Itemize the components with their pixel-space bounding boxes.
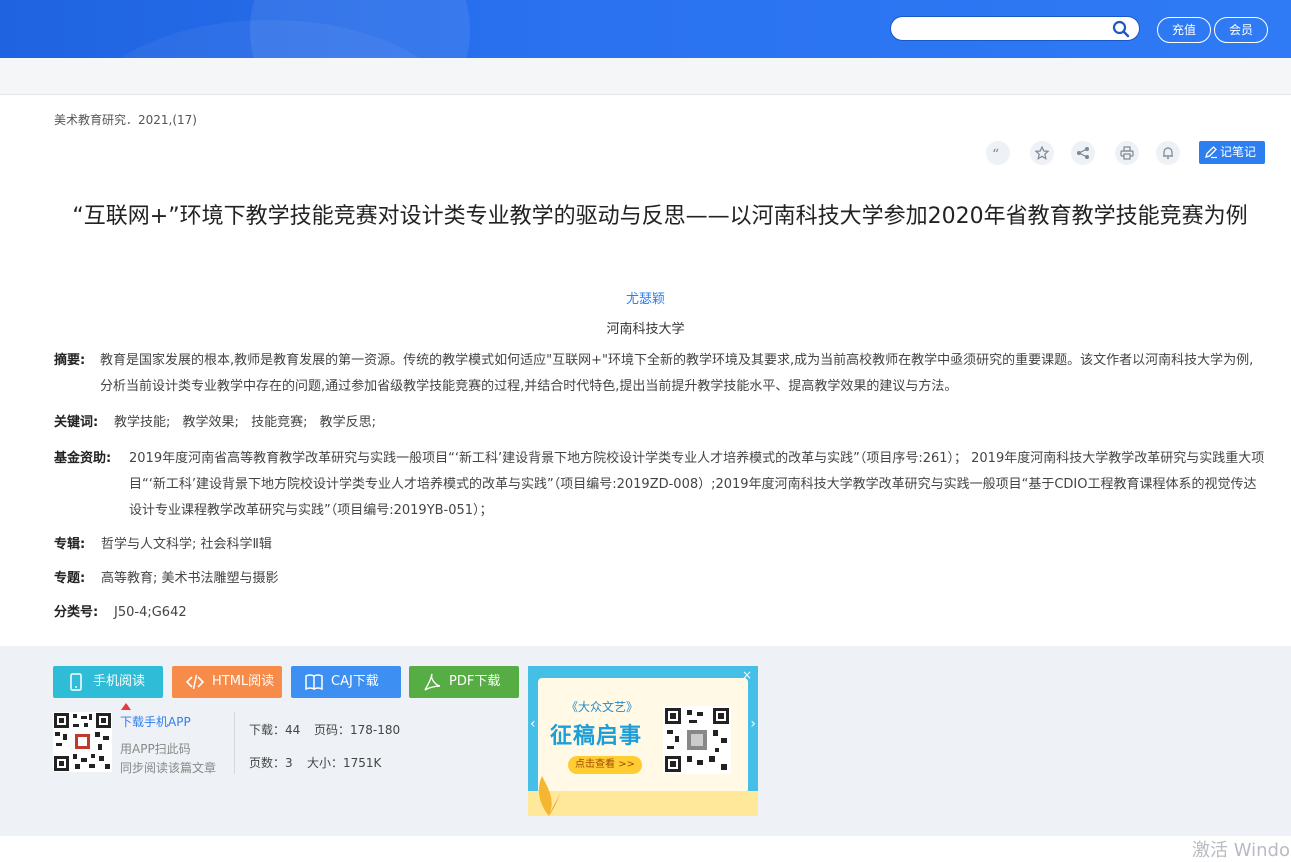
advertisement-banner[interactable]: ‹ › × 《大众文艺》 征稿启事 点击查看 >> [528,666,758,816]
bell-icon[interactable] [1156,141,1180,165]
app-scan-hint: 用APP扫此码 [120,742,191,756]
keyword-link[interactable]: 教学反思; [320,415,376,430]
recharge-button[interactable]: 充值 [1157,17,1211,43]
chevron-left-icon: ‹ [530,716,536,732]
abstract-text: 教育是国家发展的根本,教师是教育发展的第一资源。传统的教学模式如何适应"互联网+… [100,353,1254,394]
download-app-link[interactable]: 下载手机APP [120,713,191,730]
close-icon[interactable]: × [742,668,752,682]
pdf-download-label: PDF下载 [449,674,501,689]
topic-label: 专题: [54,571,86,586]
ad-magazine-name: 《大众文艺》 [566,700,639,714]
header-decoration [250,0,470,58]
html-read-button[interactable]: HTML阅读 [172,666,282,698]
keyword-link[interactable]: 教学技能; [114,415,170,430]
quote-icon[interactable]: “ [986,141,1010,165]
download-count: 下载：44 [249,723,301,737]
chevron-right-icon: › [750,716,756,732]
windows-activation-watermark: 激活 Windo [1192,840,1290,861]
author-link[interactable]: 尤瑟颖 [0,288,1291,307]
print-icon[interactable] [1115,141,1139,165]
author-name[interactable]: 尤瑟颖 [626,292,665,307]
sub-navigation-bar [0,58,1291,95]
take-notes-label: 记笔记 [1220,145,1257,159]
page-range: 页码：178-180 [314,723,401,737]
pdf-icon [424,673,441,691]
keyword-link[interactable]: 技能竞赛; [251,415,307,430]
html-read-label: HTML阅读 [212,674,275,689]
article-title: “互联网+”环境下教学技能竞赛对设计类专业教学的驱动与反思——以河南科技大学参加… [72,204,1248,229]
ad-qr-code [663,706,731,774]
file-size: 大小：1751K [307,756,382,770]
take-notes-button[interactable]: 记笔记 [1199,141,1265,164]
ad-headline: 征稿启事 [550,724,643,749]
journal-source-link[interactable]: 美术教育研究．2021,(17) [54,111,197,128]
caj-download-button[interactable]: CAJ下载 [291,666,401,698]
phone-icon [70,673,82,691]
mobile-read-label: 手机阅读 [93,674,146,689]
fund-text[interactable]: 2019年度河南省高等教育教学改革研究与实践一般项目“‘新工科’建设背景下地方院… [129,446,1266,524]
caj-download-label: CAJ下载 [331,674,379,689]
album-label: 专辑: [54,537,86,552]
member-button[interactable]: 会员 [1214,17,1268,43]
page-footer-gap [0,836,1291,854]
album-text: 哲学与人文科学; 社会科学Ⅱ辑 [101,537,272,552]
page-count: 页数：3 [249,756,293,770]
pencil-icon [1205,146,1217,159]
search-box[interactable] [890,16,1140,41]
mobile-read-button[interactable]: 手机阅读 [53,666,163,698]
svg-text:“: “ [992,147,999,160]
book-icon [305,674,323,691]
keyword-link[interactable]: 教学效果; [183,415,239,430]
search-input[interactable] [901,17,1115,41]
keywords-list: 教学技能; 教学效果; 技能竞赛; 教学反思; [114,410,1266,436]
classification-label: 分类号: [54,605,99,620]
abstract-label: 摘要: [54,353,86,368]
code-icon [186,674,204,690]
organization-name[interactable]: 河南科技大学 [606,322,684,337]
share-icon[interactable] [1071,141,1095,165]
arrow-up-indicator [121,703,131,710]
organization-link[interactable]: 河南科技大学 [0,318,1291,337]
keywords-label: 关键词: [54,415,99,430]
classification-text: J50-4;G642 [114,605,187,620]
fund-label: 基金资助: [54,451,112,466]
ad-view-button[interactable]: 点击查看 >> [568,756,642,774]
app-qr-code [53,712,112,772]
star-icon[interactable] [1030,141,1054,165]
search-icon[interactable] [1112,20,1130,38]
top-header: 充值 会员 [0,0,1291,58]
topic-text: 高等教育; 美术书法雕塑与摄影 [101,571,279,586]
app-sync-hint: 同步阅读该篇文章 [120,761,217,775]
divider [234,712,235,774]
pdf-download-button[interactable]: PDF下载 [409,666,519,698]
leaf-icon [538,776,563,816]
